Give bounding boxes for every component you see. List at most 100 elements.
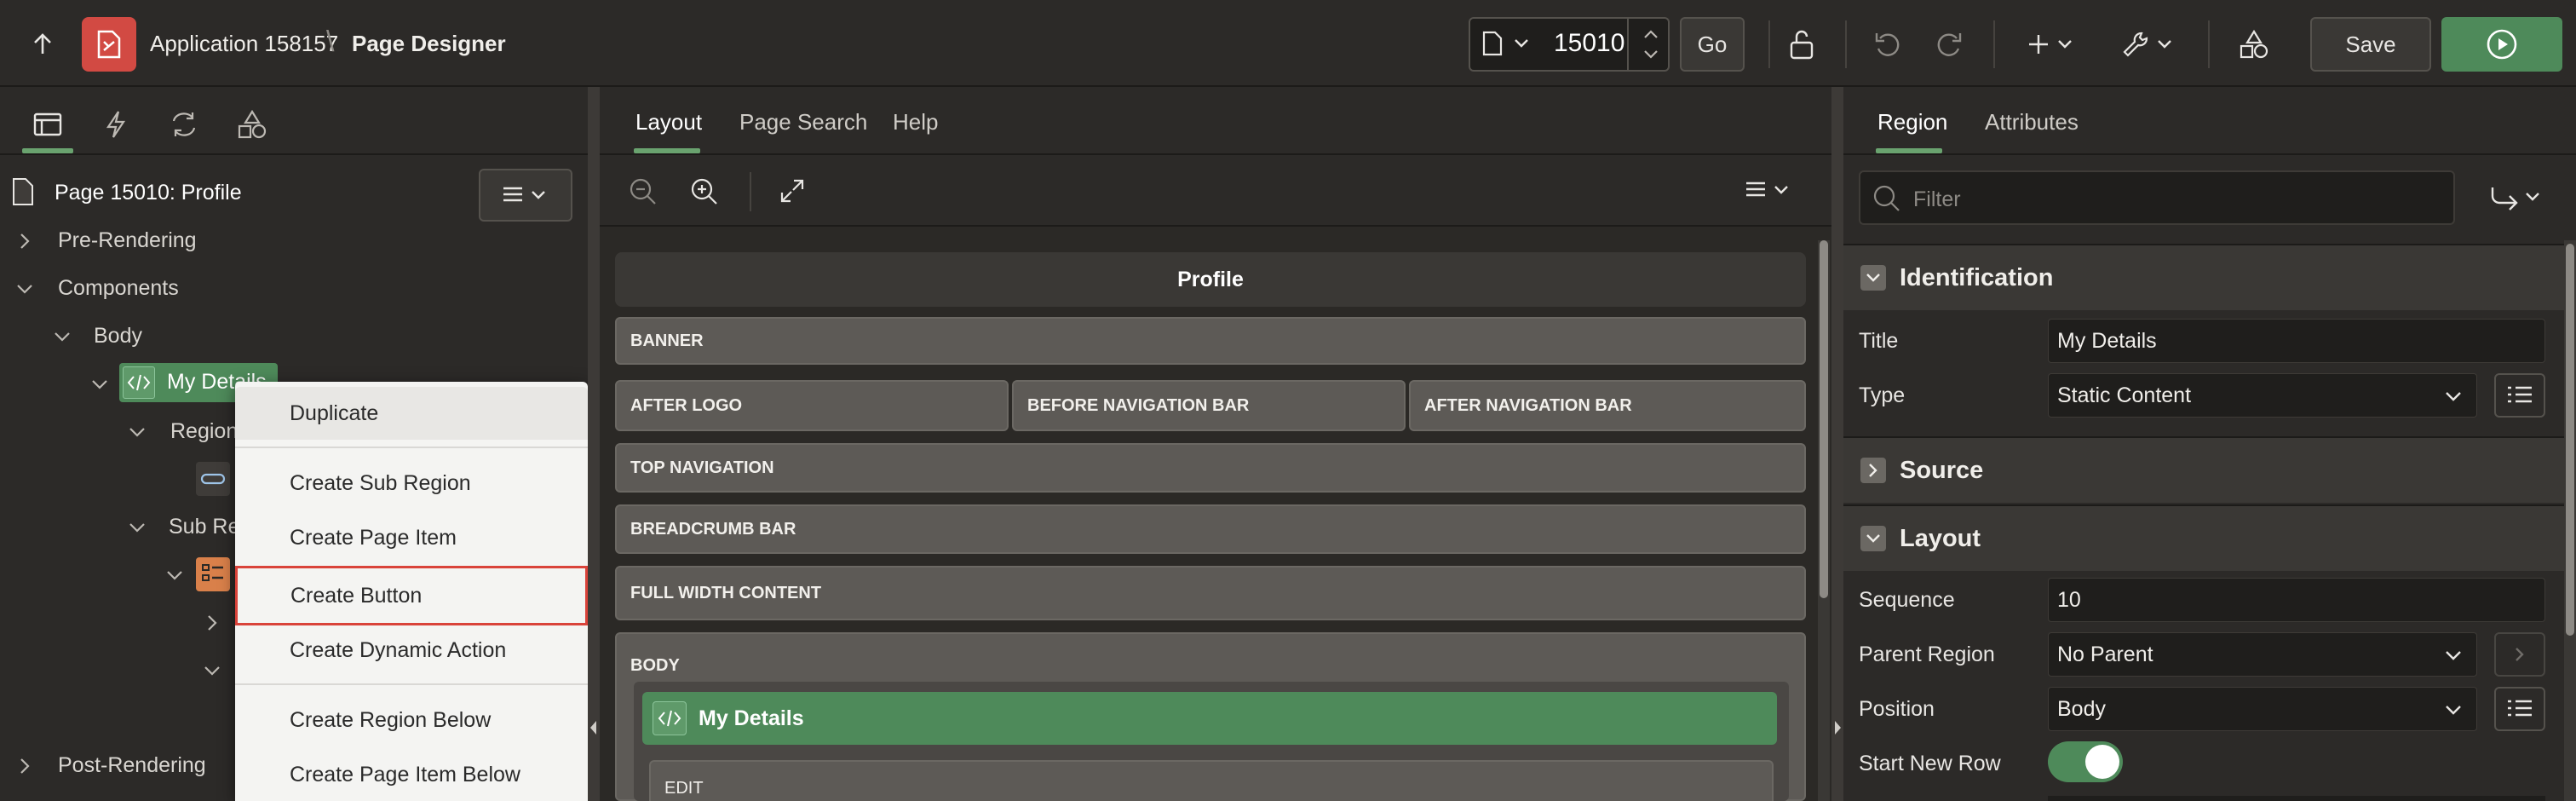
tab-help[interactable]: Help: [893, 109, 938, 135]
create-menu-plus-icon[interactable]: [2024, 26, 2080, 63]
chevron-down-icon[interactable]: [1513, 37, 1530, 49]
tab-layout[interactable]: Layout: [635, 109, 702, 135]
menu-item-duplicate[interactable]: Duplicate: [235, 387, 588, 440]
layout-scrollbar-thumb[interactable]: [1820, 240, 1828, 598]
zone-banner[interactable]: BANNER: [615, 317, 1806, 365]
expand-icon[interactable]: [779, 177, 806, 205]
tab-page-search[interactable]: Page Search: [739, 109, 867, 135]
tab-region[interactable]: Region: [1877, 109, 1947, 135]
prop-position-select[interactable]: Body: [2048, 687, 2477, 731]
prop-parent-region-value: No Parent: [2057, 642, 2153, 666]
zone-edit[interactable]: EDIT: [649, 760, 1774, 801]
menu-item-create-button[interactable]: Create Button: [235, 566, 588, 625]
utilities-wrench-icon[interactable]: [2119, 26, 2179, 63]
menu-item-create-page-item[interactable]: Create Page Item: [235, 511, 588, 564]
chevron-down-icon[interactable]: [203, 661, 221, 680]
left-panel-tabs: [0, 87, 588, 155]
prop-title-input[interactable]: My Details: [2048, 319, 2545, 363]
active-tab-indicator: [22, 148, 73, 153]
next-field-edge: [2048, 796, 2545, 801]
start-new-row-toggle[interactable]: [2048, 741, 2123, 782]
page-title-bar: Profile: [615, 252, 1806, 307]
chevron-down-icon[interactable]: [165, 566, 184, 585]
chevron-down-icon[interactable]: [90, 375, 109, 394]
tree-pre-rendering[interactable]: Pre-Rendering: [58, 228, 197, 253]
form-region-icon[interactable]: [196, 557, 230, 591]
menu-item-create-region-below[interactable]: Create Region Below: [235, 694, 588, 746]
tree-region-buttons[interactable]: Region: [170, 419, 238, 444]
up-arrow-icon[interactable]: [26, 27, 60, 61]
processing-icon[interactable]: [165, 106, 203, 143]
properties-scrollbar-track[interactable]: [2564, 240, 2576, 801]
page-node-label[interactable]: Page 15010: Profile: [55, 181, 242, 205]
property-filter-input[interactable]: Filter: [1859, 170, 2455, 225]
chevron-down-icon[interactable]: [1860, 526, 1886, 551]
button-item-icon[interactable]: [196, 462, 230, 496]
zone-before-navigation-bar[interactable]: BEFORE NAVIGATION BAR: [1012, 380, 1406, 431]
go-to-group-icon[interactable]: [2487, 182, 2544, 213]
section-identification-title: Identification: [1900, 263, 2054, 291]
top-toolbar: Application 158157 \ Page Designer 15010…: [0, 0, 2576, 87]
application-name[interactable]: Application 158157: [150, 31, 338, 57]
shared-components-tab-icon[interactable]: [233, 106, 271, 143]
zoom-in-icon[interactable]: [690, 177, 719, 206]
menu-item-create-dynamic-action[interactable]: Create Dynamic Action: [235, 624, 588, 677]
layout-menu-icon[interactable]: [1743, 179, 1794, 201]
menu-divider: [235, 447, 588, 448]
chevron-right-icon[interactable]: [203, 614, 221, 632]
section-layout[interactable]: Layout: [1843, 504, 2564, 571]
chevron-down-icon[interactable]: [15, 279, 34, 298]
chevron-right-icon[interactable]: [15, 232, 34, 251]
chevron-down-icon[interactable]: [128, 518, 147, 537]
page-number-spinner[interactable]: [1627, 17, 1671, 72]
section-identification[interactable]: Identification: [1843, 244, 2564, 310]
zone-after-logo[interactable]: AFTER LOGO: [615, 380, 1009, 431]
prop-parent-region-select[interactable]: No Parent: [2048, 632, 2477, 677]
list-picker-icon[interactable]: [2494, 687, 2545, 731]
redo-icon[interactable]: [1930, 26, 1968, 63]
chevron-down-icon[interactable]: [1860, 265, 1886, 291]
app-icon[interactable]: [82, 17, 136, 72]
page-number-input[interactable]: 15010: [1554, 29, 1624, 58]
chevron-right-icon[interactable]: [1860, 458, 1886, 483]
undo-icon[interactable]: [1869, 26, 1906, 63]
tree-post-rendering[interactable]: Post-Rendering: [58, 753, 206, 778]
page-designer-title: Page Designer: [352, 31, 506, 56]
lock-icon[interactable]: [1784, 26, 1821, 63]
static-content-region-icon: [653, 701, 687, 735]
tree-body[interactable]: Body: [94, 324, 142, 349]
zone-full-width-content[interactable]: FULL WIDTH CONTENT: [615, 566, 1806, 620]
shared-components-icon[interactable]: [2235, 26, 2273, 63]
section-source[interactable]: Source: [1843, 436, 2564, 503]
zone-after-navigation-bar[interactable]: AFTER NAVIGATION BAR: [1409, 380, 1806, 431]
tab-attributes[interactable]: Attributes: [1985, 109, 2079, 135]
layout-scrollbar-track[interactable]: [1818, 240, 1830, 801]
chevron-down-icon[interactable]: [53, 327, 72, 346]
menu-item-create-sub-region[interactable]: Create Sub Region: [235, 457, 588, 510]
dynamic-actions-icon[interactable]: [97, 106, 135, 143]
region-my-details[interactable]: My Details: [642, 692, 1777, 745]
zone-breadcrumb-bar[interactable]: BREADCRUMB BAR: [615, 504, 1806, 554]
chevron-down-icon[interactable]: [128, 423, 147, 441]
left-splitter[interactable]: [588, 87, 600, 801]
zone-top-navigation[interactable]: TOP NAVIGATION: [615, 443, 1806, 493]
go-to-parent-icon[interactable]: [2494, 632, 2545, 677]
save-button[interactable]: Save: [2310, 17, 2431, 72]
prop-type-select[interactable]: Static Content: [2048, 373, 2477, 418]
list-picker-icon[interactable]: [2494, 373, 2545, 418]
prop-sequence-input[interactable]: 10: [2048, 578, 2545, 622]
go-button[interactable]: Go: [1680, 17, 1745, 72]
layout-panel: Layout Page Search Help Profile BANNER A…: [600, 87, 1831, 801]
tree-sub-regions[interactable]: Sub Re: [169, 515, 239, 539]
prop-title-label: Title: [1859, 329, 1899, 353]
play-icon: [2487, 29, 2517, 60]
menu-item-create-page-item-below[interactable]: Create Page Item Below: [235, 748, 588, 801]
run-page-button[interactable]: [2441, 17, 2562, 72]
tree-components[interactable]: Components: [58, 276, 179, 301]
properties-scrollbar-thumb[interactable]: [2566, 244, 2574, 636]
rendering-tab-icon[interactable]: [29, 106, 66, 143]
tree-menu-button[interactable]: [479, 169, 572, 222]
right-splitter[interactable]: [1831, 87, 1843, 801]
zoom-out-icon[interactable]: [629, 177, 658, 206]
chevron-right-icon[interactable]: [15, 757, 34, 775]
